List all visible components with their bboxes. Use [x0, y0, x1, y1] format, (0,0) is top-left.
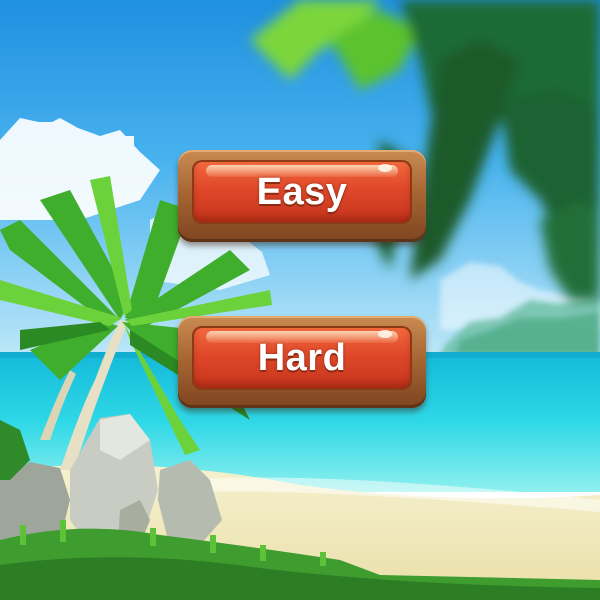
- hard-button-label: Hard: [257, 336, 347, 379]
- easy-button-label: Easy: [256, 170, 348, 213]
- beach-background: [0, 0, 600, 600]
- easy-button[interactable]: Easy: [178, 150, 426, 242]
- hard-button[interactable]: Hard: [178, 316, 426, 408]
